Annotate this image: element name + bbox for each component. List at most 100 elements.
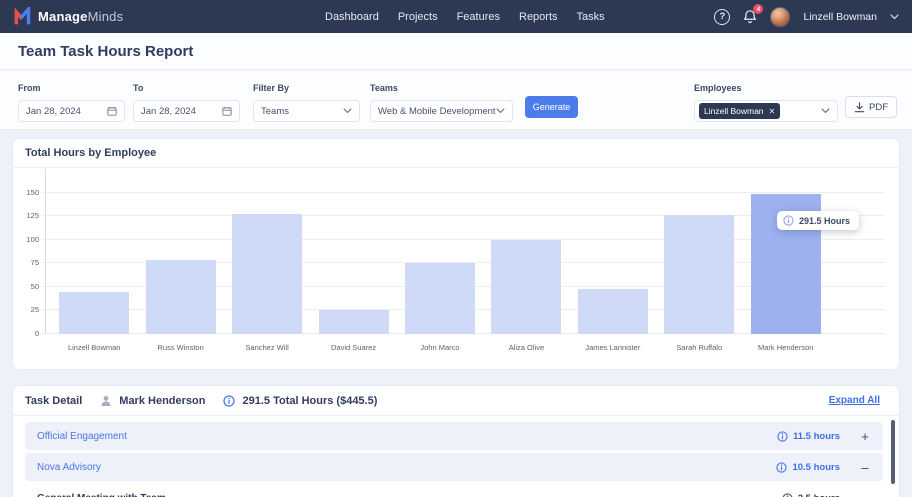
task-row-hours: 10.5 hours xyxy=(792,461,840,473)
task-row-general-meeting-with-team[interactable]: General Meeting with Team 2.5 hours – xyxy=(25,484,883,497)
x-tick-john-marco: John Marco xyxy=(420,343,460,352)
teams-label: Teams xyxy=(370,83,398,93)
bar-chart: 0 25 50 75 100 125 150 Linzell Bowman Russ Wins… xyxy=(26,169,885,352)
filter-by-select[interactable]: Teams xyxy=(253,100,360,122)
to-date-input[interactable]: Jan 28, 2024 xyxy=(133,100,240,122)
brand-name: ManageMinds xyxy=(38,9,124,24)
bar-column-james-lannister xyxy=(570,288,656,334)
task-row-official-engagement[interactable]: Official Engagement 11.5 hours + xyxy=(25,422,883,450)
pdf-button-label: PDF xyxy=(869,101,888,113)
task-detail-title: Task Detail xyxy=(25,394,83,407)
expand-icon[interactable]: + xyxy=(859,430,871,443)
teams-field: Teams Web & Mobile Development xyxy=(370,83,513,122)
employees-field: Employees Linzell Bowman ✕ xyxy=(694,83,838,122)
help-icon[interactable]: ? xyxy=(714,8,731,25)
bar-column-david-suarez xyxy=(310,310,396,334)
to-date-field: To Jan 28, 2024 xyxy=(133,83,240,122)
bar-column-sanchez-will xyxy=(224,214,310,334)
total-hours-text: 291.5 Total Hours ($445.5) xyxy=(242,394,378,407)
task-row-hours: 11.5 hours xyxy=(793,430,840,442)
y-tick-25: 25 xyxy=(30,305,39,315)
teams-select[interactable]: Web & Mobile Development xyxy=(370,100,513,122)
primary-nav: Dashboard Projects Features Reports Tasks xyxy=(325,11,605,23)
user-name[interactable]: Linzell Bowman xyxy=(803,11,877,23)
y-axis-line xyxy=(45,169,46,334)
chevron-down-icon xyxy=(821,108,830,114)
bar-column-russ-winston xyxy=(137,260,223,334)
generate-button[interactable]: Generate xyxy=(525,96,578,118)
from-date-value: Jan 28, 2024 xyxy=(26,105,81,117)
employee-tag: Linzell Bowman ✕ xyxy=(699,103,781,119)
chevron-down-icon xyxy=(343,108,352,114)
bar-column-linzell-bowman xyxy=(51,291,137,334)
chart-card: Total Hours by Employee 0 25 50 75 100 125 150… xyxy=(12,138,900,370)
bar-sarah-ruffalo[interactable] xyxy=(664,215,735,334)
filter-by-value: Teams xyxy=(261,105,289,117)
bar-russ-winston[interactable] xyxy=(145,260,216,334)
y-tick-100: 100 xyxy=(26,234,39,244)
task-row-hours-group: 10.5 hours – xyxy=(776,461,871,474)
info-icon xyxy=(777,430,788,442)
task-row-label: General Meeting with Team xyxy=(37,493,166,497)
info-icon xyxy=(776,461,788,473)
user-menu-chevron-icon[interactable] xyxy=(890,13,899,20)
x-tick-russ-winston: Russ Winston xyxy=(157,343,204,352)
expand-all-link[interactable]: Expand All xyxy=(829,395,880,406)
bar-james-lannister[interactable] xyxy=(577,288,648,334)
y-tick-0: 0 xyxy=(34,329,39,338)
bar-john-marco[interactable] xyxy=(404,263,475,334)
task-row-hours-group: 2.5 hours – xyxy=(782,492,871,497)
download-icon xyxy=(854,101,865,112)
download-pdf-button[interactable]: PDF xyxy=(845,96,897,118)
nav-item-dashboard[interactable]: Dashboard xyxy=(325,11,379,23)
task-row-label: Nova Advisory xyxy=(37,461,101,473)
x-tick-sarah-ruffalo: Sarah Ruffalo xyxy=(676,343,723,352)
remove-tag-icon[interactable]: ✕ xyxy=(769,107,776,116)
bar-linzell-bowman[interactable] xyxy=(59,291,130,334)
scrollbar[interactable] xyxy=(891,420,895,484)
bar-aliza-olive[interactable] xyxy=(491,239,562,334)
collapse-icon[interactable]: – xyxy=(859,461,871,474)
teams-value: Web & Mobile Development xyxy=(378,105,496,117)
bar-column-sarah-ruffalo xyxy=(656,215,742,334)
page-title-bar: Team Task Hours Report xyxy=(0,33,912,70)
task-detail-card: Task Detail Mark Henderson 291.5 Total H… xyxy=(12,385,900,497)
user-avatar[interactable] xyxy=(770,6,791,27)
notification-badge: 4 xyxy=(753,4,764,14)
x-tick-sanchez-will: Sanchez Will xyxy=(245,343,289,352)
bar-sanchez-will[interactable] xyxy=(232,214,303,334)
y-tick-50: 50 xyxy=(30,281,39,291)
nav-item-projects[interactable]: Projects xyxy=(398,11,438,23)
info-icon xyxy=(782,492,793,497)
top-navbar: ManageMinds Dashboard Projects Features Rep… xyxy=(0,0,912,33)
chart-title: Total Hours by Employee xyxy=(13,139,899,168)
notifications-button[interactable]: 4 xyxy=(743,4,764,24)
from-date-field: From Jan 28, 2024 xyxy=(18,83,125,122)
bar-david-suarez[interactable] xyxy=(318,310,389,334)
bars xyxy=(51,169,829,334)
task-row-label: Official Engagement xyxy=(37,430,127,442)
x-tick-linzell-bowman: Linzell Bowman xyxy=(67,343,121,352)
collapse-icon[interactable]: – xyxy=(859,492,871,497)
from-date-input[interactable]: Jan 28, 2024 xyxy=(18,100,125,122)
task-rows: Official Engagement 11.5 hours + Nova Advis… xyxy=(25,422,883,497)
task-detail-header: Task Detail Mark Henderson 291.5 Total H… xyxy=(13,386,899,416)
chevron-down-icon xyxy=(496,108,505,114)
bar-column-john-marco xyxy=(397,263,483,334)
filter-by-label: Filter By xyxy=(253,83,290,93)
nav-item-features[interactable]: Features xyxy=(457,11,500,23)
nav-item-tasks[interactable]: Tasks xyxy=(577,11,605,23)
y-tick-75: 75 xyxy=(30,258,39,268)
chart-tooltip: 291.5 Hours xyxy=(777,211,860,230)
bar-column-aliza-olive xyxy=(483,239,569,334)
info-icon xyxy=(223,394,236,407)
nav-item-reports[interactable]: Reports xyxy=(519,11,558,23)
task-row-nova-advisory[interactable]: Nova Advisory 10.5 hours – xyxy=(25,453,883,481)
from-label: From xyxy=(18,83,41,93)
tooltip-text: 291.5 Hours xyxy=(799,215,851,226)
brand[interactable]: ManageMinds xyxy=(13,7,123,26)
x-axis-labels: Linzell Bowman Russ Winston Sanchez Will Da… xyxy=(51,343,829,352)
x-tick-aliza-olive: Aliza Olive xyxy=(508,343,545,352)
employees-multiselect[interactable]: Linzell Bowman ✕ xyxy=(694,100,838,122)
info-icon xyxy=(783,215,794,226)
